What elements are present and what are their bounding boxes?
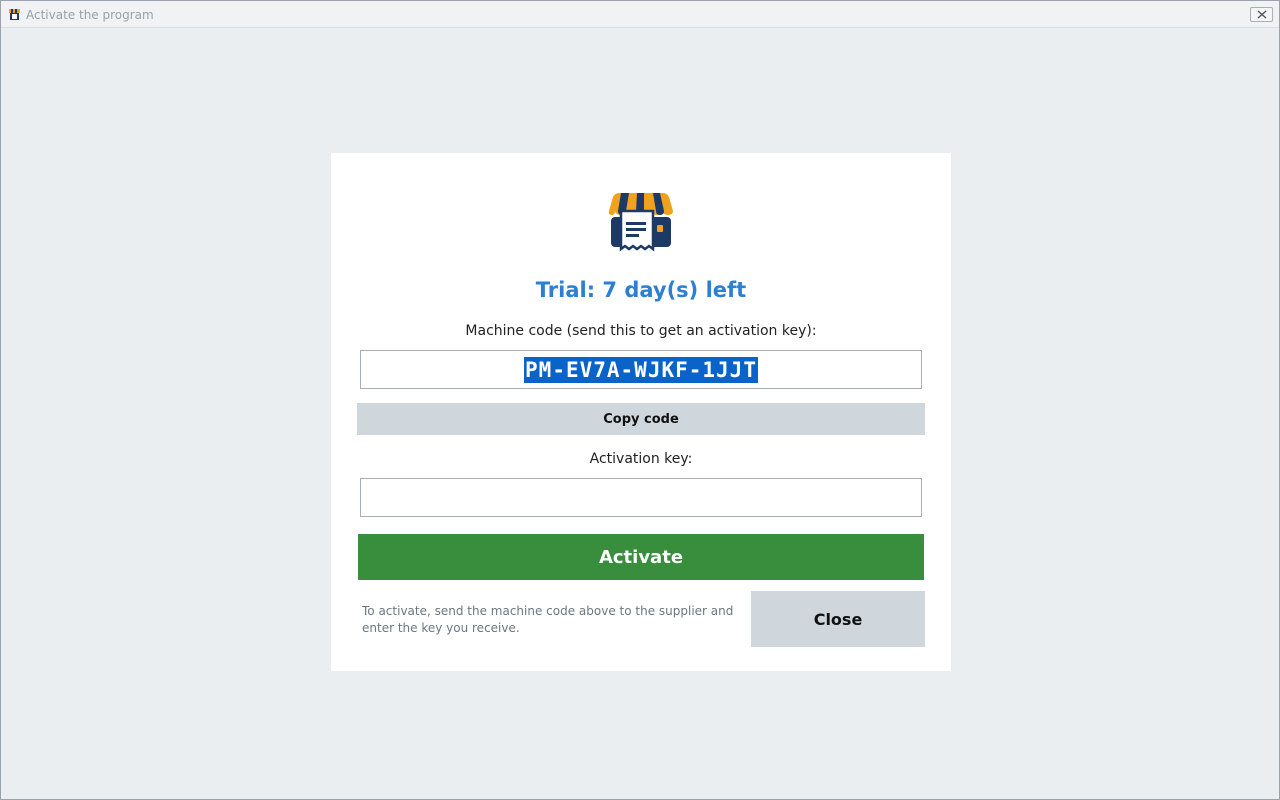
activate-button[interactable]: Activate [358, 534, 924, 580]
store-icon [9, 9, 20, 20]
activation-hint: To activate, send the machine code above… [362, 604, 734, 635]
activation-key-input[interactable] [360, 478, 922, 517]
activation-window: Activate the program Trial: 7 day(s) lef… [0, 0, 1280, 800]
window-close-button[interactable] [1250, 7, 1273, 22]
activation-card: Trial: 7 day(s) left Machine code (send … [331, 153, 951, 671]
machine-code-value[interactable]: PM-EV7A-WJKF-1JJT [524, 356, 758, 383]
window-title: Activate the program [26, 8, 154, 22]
trial-status: Trial: 7 day(s) left [535, 278, 747, 302]
machine-code-label: Machine code (send this to get an activa… [465, 323, 817, 339]
copy-code-button[interactable]: Copy code [357, 403, 925, 435]
activation-key-label: Activation key: [589, 451, 693, 467]
close-icon [1257, 10, 1266, 19]
title-bar[interactable]: Activate the program [1, 1, 1279, 28]
close-button[interactable]: Close [751, 591, 925, 647]
storefront-receipt-icon [608, 193, 673, 252]
machine-code-field[interactable]: PM-EV7A-WJKF-1JJT [360, 350, 922, 389]
